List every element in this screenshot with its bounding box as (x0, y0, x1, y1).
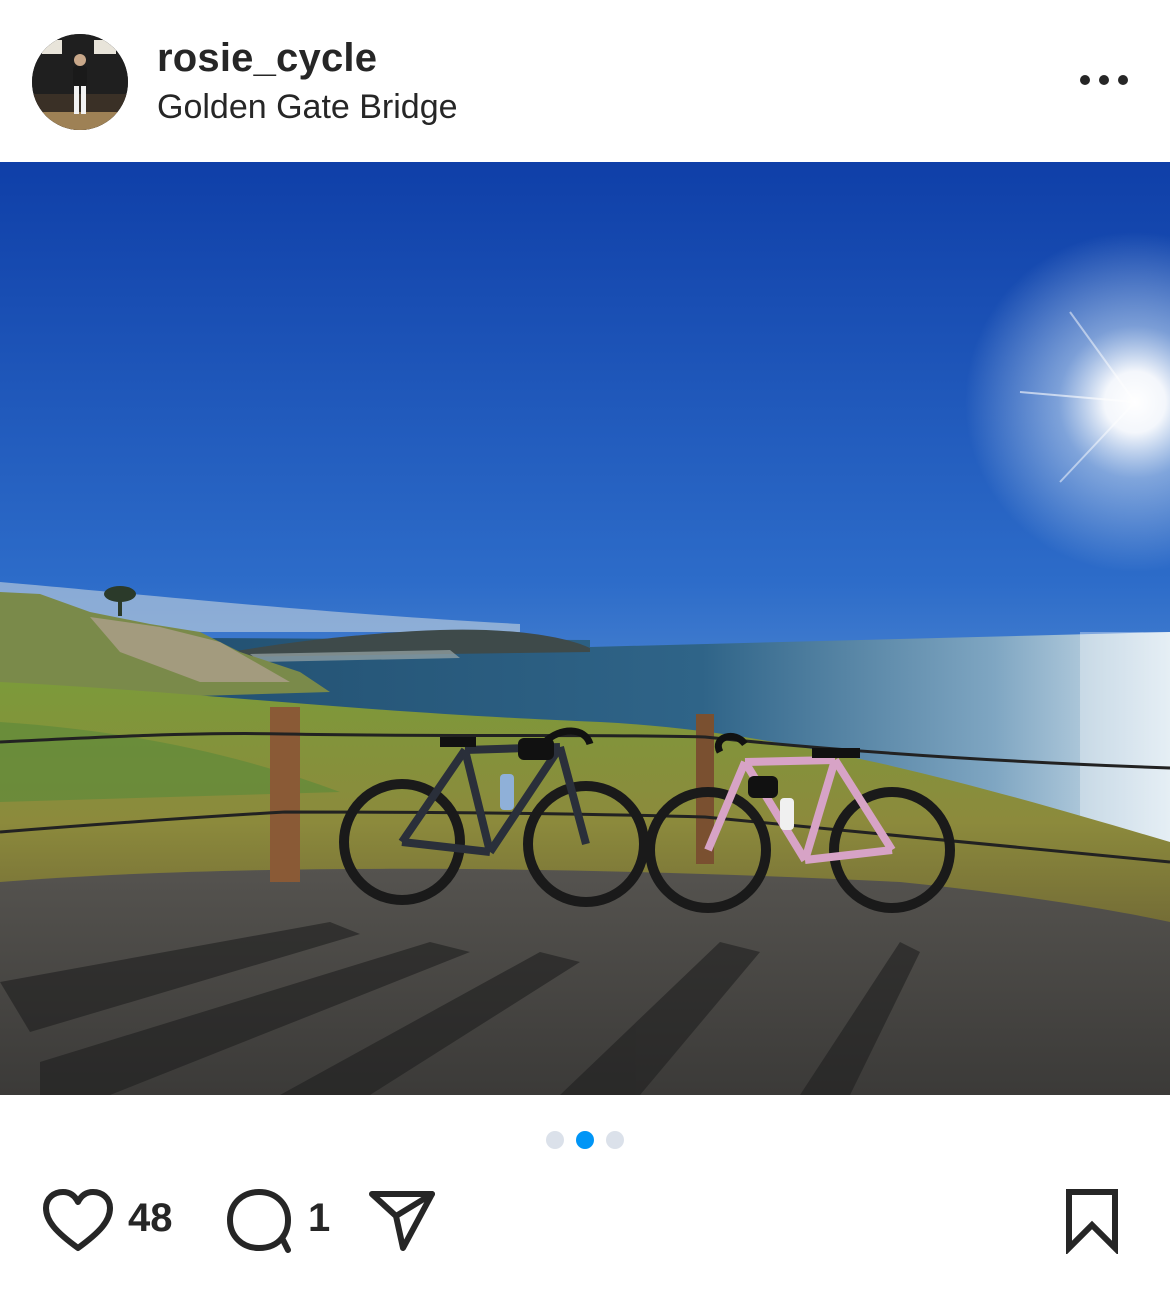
more-horizontal-icon (1080, 75, 1128, 85)
post-actions: 48 1 (0, 1180, 1170, 1264)
like-count[interactable]: 48 (128, 1196, 173, 1241)
more-options-button[interactable] (1074, 58, 1138, 102)
paper-plane-icon (369, 1191, 435, 1251)
post-photo[interactable] (0, 162, 1170, 1095)
comment-bubble-icon (227, 1189, 291, 1253)
carousel-dot-2-active[interactable] (576, 1131, 594, 1149)
coastal-bikes-photo (0, 162, 1170, 1095)
heart-icon (43, 1189, 113, 1251)
avatar[interactable] (32, 34, 128, 130)
comment-count[interactable]: 1 (308, 1196, 330, 1241)
share-button[interactable] (368, 1188, 438, 1259)
location-tag[interactable]: Golden Gate Bridge (157, 88, 458, 127)
bookmark-icon (1066, 1189, 1118, 1256)
carousel-dot-3[interactable] (606, 1131, 624, 1149)
save-button[interactable] (1064, 1188, 1120, 1259)
post-header: rosie_cycle Golden Gate Bridge (0, 0, 1170, 162)
carousel-dot-1[interactable] (546, 1131, 564, 1149)
carousel-indicator (0, 1126, 1170, 1154)
like-button[interactable] (42, 1188, 114, 1259)
username[interactable]: rosie_cycle (157, 36, 377, 81)
comment-button[interactable] (224, 1186, 294, 1261)
